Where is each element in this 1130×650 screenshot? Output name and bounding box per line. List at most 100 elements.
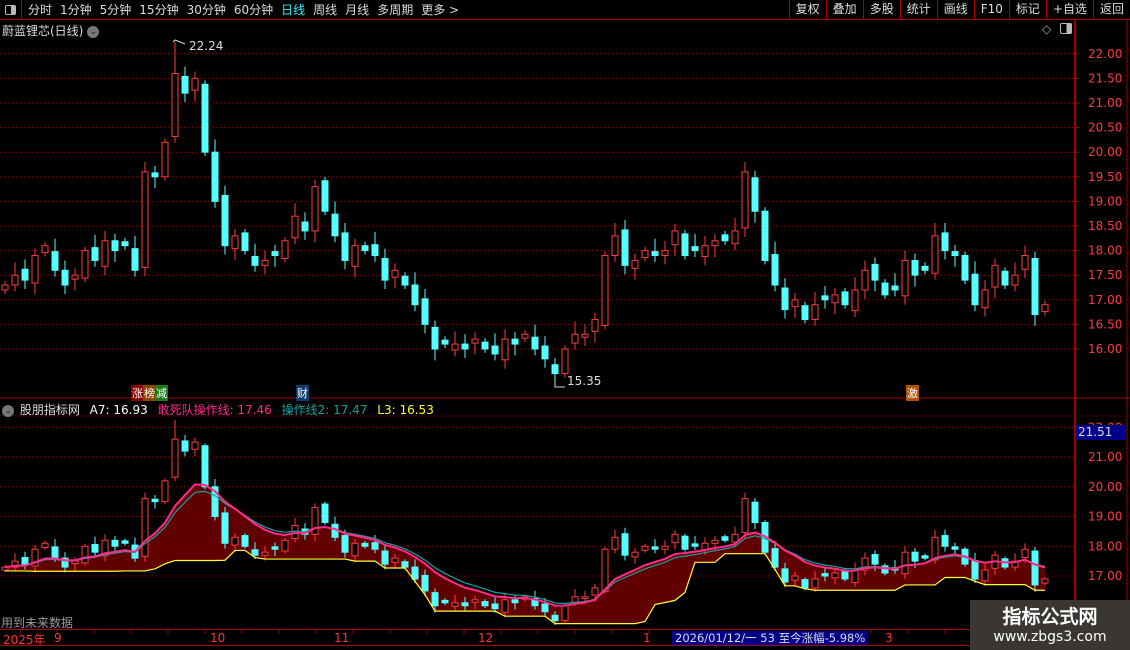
main-candle	[261, 259, 269, 266]
lower-candle	[601, 548, 609, 592]
indicator-menu-icon[interactable]: ⌄	[2, 404, 14, 417]
lower-candle	[901, 551, 909, 575]
main-candle	[941, 232, 949, 252]
main-candle	[811, 304, 819, 320]
lower-candle	[221, 512, 229, 544]
lower-candle	[261, 551, 269, 556]
main-candle	[671, 230, 679, 246]
lower-candle	[691, 543, 699, 547]
tag-cai[interactable]: 财	[296, 385, 309, 401]
main-candle	[821, 295, 829, 301]
lower-candle	[371, 542, 379, 550]
main-candle	[921, 265, 929, 271]
main-candle	[211, 151, 219, 202]
lower-candle	[1041, 578, 1049, 584]
main-candle	[281, 240, 289, 259]
lower-axis-tick-label: 21.00	[1088, 450, 1122, 464]
date-info-box: 2026/01/12/一 53 至今涨幅-5.98%	[672, 631, 869, 645]
main-axis-tick-label: 16.00	[1088, 342, 1122, 356]
main-axis-tick-label: 16.50	[1088, 317, 1122, 331]
tag-jian[interactable]: 减	[155, 385, 168, 401]
main-candle	[341, 232, 349, 261]
lower-candle	[651, 546, 659, 550]
main-candle	[701, 245, 709, 258]
main-candle	[851, 289, 859, 312]
lower-candle	[81, 545, 89, 564]
lower-candle	[911, 551, 919, 562]
main-candle	[741, 171, 749, 229]
main-candle	[641, 250, 649, 258]
line1-value: 敢死队操作线: 17.46	[157, 403, 272, 417]
kline-chart[interactable]: 22.00 21.50 21.00 20.50 20.00 19.50 19.00 18.50…	[0, 0, 1130, 650]
lower-candle	[661, 545, 669, 550]
lower-candle	[631, 551, 639, 558]
main-candle	[401, 275, 409, 286]
main-candle	[991, 264, 999, 288]
low-price-label: 15.35	[567, 374, 602, 388]
lower-candle	[681, 535, 689, 550]
line2-value: 操作线2: 17.47	[281, 403, 368, 417]
main-candle	[171, 72, 179, 137]
lower-candle	[381, 550, 389, 565]
main-candle	[51, 251, 59, 271]
main-candle	[871, 263, 879, 281]
main-candle	[71, 274, 79, 280]
indicator-name: 股朋指标网	[19, 403, 80, 417]
lower-candle	[431, 592, 439, 607]
main-candle	[351, 245, 359, 267]
main-candle	[1011, 274, 1019, 286]
lower-candle	[21, 557, 29, 565]
main-candle	[761, 210, 769, 261]
main-candle	[41, 245, 49, 254]
main-candle	[951, 251, 959, 257]
lower-candle	[451, 602, 459, 607]
main-candle	[971, 273, 979, 306]
lower-candle	[591, 587, 599, 596]
main-candle	[831, 294, 839, 304]
main-candle	[561, 348, 569, 375]
date-label: 9	[54, 631, 62, 645]
main-axis-tick-label: 18.00	[1088, 244, 1122, 258]
lower-candle	[141, 498, 149, 557]
main-candle	[781, 287, 789, 311]
lower-candle	[441, 599, 449, 604]
main-axis-tick-label: 22.00	[1088, 47, 1122, 61]
main-candle	[291, 215, 299, 239]
lower-candle	[71, 560, 79, 565]
main-candle	[321, 180, 329, 212]
lower-candle	[741, 498, 749, 534]
main-candle	[21, 268, 29, 281]
main-candle	[481, 341, 489, 350]
main-candle	[411, 284, 419, 306]
a7-value: A7: 16.93	[89, 403, 148, 417]
watermark-logo: 指标公式网 www.zbgs3.com	[970, 600, 1130, 650]
lower-candle	[781, 568, 789, 583]
tag-ji[interactable]: 激	[906, 385, 919, 401]
main-candle	[101, 240, 109, 267]
main-candle	[1, 284, 9, 291]
main-candle	[631, 259, 639, 269]
lower-candle	[111, 539, 119, 547]
lower-candle	[151, 498, 159, 503]
main-candle	[11, 274, 19, 286]
main-axis-tick-label: 17.00	[1088, 293, 1122, 307]
date-label: 12	[478, 631, 494, 645]
lower-candle	[491, 603, 499, 610]
main-candle	[191, 77, 199, 91]
main-candle	[461, 343, 469, 350]
lower-candle	[281, 539, 289, 552]
high-price-label: 22.24	[189, 39, 224, 53]
main-candle	[541, 345, 549, 360]
lower-axis-tick-label: 20.00	[1088, 480, 1122, 494]
indicator-legend: ⌄ 股朋指标网 A7: 16.93 敢死队操作线: 17.46 操作线2: 17…	[2, 401, 440, 418]
main-candle	[311, 186, 319, 232]
date-label: 10	[210, 631, 226, 645]
lower-candle	[751, 501, 759, 523]
lower-candle	[951, 546, 959, 550]
main-candle	[241, 232, 249, 252]
date-label: 1	[643, 631, 651, 645]
main-candle	[361, 245, 369, 252]
lower-axis-tick-label: 18.00	[1088, 539, 1122, 553]
main-candle	[61, 269, 69, 286]
main-candle	[1021, 255, 1029, 270]
